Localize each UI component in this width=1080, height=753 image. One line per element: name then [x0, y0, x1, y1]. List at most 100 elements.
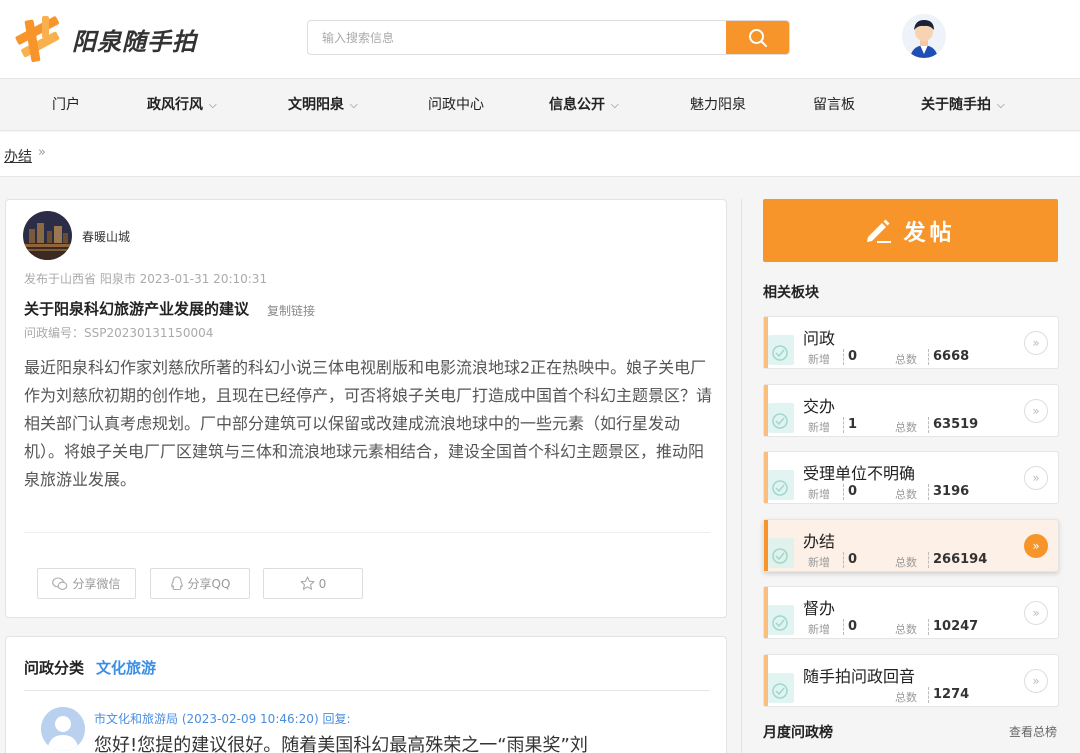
sidebar-item-6[interactable]: 随手拍问政回音总数 1274 » — [763, 653, 1059, 707]
reply-text: 您好!您提的建议很好。随着美国科幻最高殊荣之一“雨果奖”刘 — [94, 735, 588, 753]
reply-avatar — [41, 707, 85, 751]
sidebar-item-5[interactable]: 督办新增 0 总数 10247 » — [763, 586, 1059, 639]
search-button[interactable] — [726, 21, 789, 54]
logo-text[interactable]: 阳泉随手拍 — [72, 22, 197, 57]
nav-label: 问政中心 — [428, 97, 484, 113]
total-label: 总数 — [895, 555, 917, 569]
post-body: 最近阳泉科幻作家刘慈欣所著的科幻小说三体电视剧版和电影流浪地球2正在热映中。娘子… — [24, 358, 713, 489]
monthly-ranking-title: 月度问政榜 — [763, 725, 833, 741]
logo-icon[interactable] — [10, 12, 66, 66]
breadcrumb-current[interactable]: 办结 — [4, 146, 32, 166]
breadcrumb-separator: » — [38, 145, 46, 160]
post-author-avatar[interactable] — [23, 211, 72, 260]
new-label: 新增 — [808, 488, 830, 501]
nav-label: 文明阳泉 — [288, 97, 344, 113]
sidebar-item-1[interactable]: 问政新增 0 总数 6668 » — [763, 316, 1059, 369]
site-header: 阳泉随手拍 — [0, 0, 1080, 78]
double-chevron-right-icon: » — [1024, 668, 1048, 693]
chat-bubble-icon — [768, 537, 794, 568]
default-user-icon — [41, 707, 85, 751]
nav-item-portal[interactable]: 门户 — [52, 79, 80, 132]
share-wechat-label: 分享微信 — [72, 577, 121, 591]
post-code: 问政编号：SSP20230131150004 — [24, 326, 214, 340]
double-chevron-right-icon: » — [1024, 398, 1048, 423]
nav-item-liuyan[interactable]: 留言板 — [813, 79, 855, 132]
sidebar-item-4[interactable]: 办结新增 0 总数 266194 » — [763, 518, 1059, 572]
nav-item-zhengfeng[interactable]: 政风行风 ⌵ — [147, 79, 217, 132]
search-icon — [748, 28, 767, 47]
new-post-button[interactable]: 发帖 — [763, 199, 1058, 262]
double-chevron-right-icon: » — [1024, 601, 1048, 625]
total-count: 1274 — [928, 686, 969, 703]
new-count: 0 — [843, 484, 857, 500]
copy-link-button[interactable]: 复制链接 — [267, 302, 315, 319]
breadcrumb: 办结 » — [0, 132, 1080, 177]
double-chevron-right-icon: » — [1024, 466, 1048, 490]
new-label: 新增 — [808, 623, 830, 636]
new-count: 0 — [843, 349, 857, 365]
sidebar-item-name: 交办 — [803, 396, 836, 416]
search-box — [307, 20, 790, 55]
divider — [24, 690, 710, 691]
new-count: 0 — [843, 551, 857, 568]
chat-bubble-icon — [768, 605, 794, 635]
total-count: 266194 — [928, 551, 987, 568]
new-label: 新增 — [808, 420, 830, 434]
share-qq-button[interactable]: 分享QQ — [150, 568, 250, 599]
chevron-down-icon: ⌵ — [997, 100, 1005, 111]
total-count: 10247 — [928, 619, 978, 635]
sidebar-item-name: 督办 — [803, 599, 836, 618]
sidebar-item-2[interactable]: 交办 新增 1 总数 63519 » — [763, 383, 1059, 437]
divider — [24, 532, 710, 533]
total-label: 总数 — [895, 623, 917, 636]
chevron-down-icon: ⌵ — [209, 100, 217, 111]
nav-item-about[interactable]: 关于随手拍 ⌵ — [921, 79, 1005, 132]
new-label: 新增 — [808, 555, 830, 569]
double-chevron-right-icon: » — [1024, 533, 1048, 558]
sidebar-item-name: 问政 — [803, 329, 836, 348]
double-chevron-right-icon: » — [1024, 331, 1048, 355]
new-count: 0 — [843, 619, 857, 635]
sidebar-item-3[interactable]: 受理单位不明确 新增 0 总数 3196 » — [763, 451, 1059, 504]
new-count: 1 — [843, 416, 857, 433]
nav-item-xinxi[interactable]: 信息公开 ⌵ — [549, 79, 619, 132]
view-all-ranking-link[interactable]: 查看总榜 — [1009, 723, 1057, 740]
like-count: 0 — [318, 576, 327, 591]
nav-label: 信息公开 — [549, 97, 605, 113]
nav-item-meili[interactable]: 魅力阳泉 — [690, 79, 746, 132]
category-value[interactable]: 文化旅游 — [96, 657, 156, 678]
sidebar-item-name: 随手拍问政回音 — [803, 666, 916, 686]
total-label: 总数 — [895, 353, 917, 366]
search-input[interactable] — [308, 21, 728, 54]
star-icon — [300, 576, 315, 590]
nav-label: 留言板 — [813, 97, 855, 113]
total-label: 总数 — [895, 420, 917, 434]
total-label: 总数 — [895, 690, 917, 704]
pencil-icon — [867, 219, 892, 243]
category-card: 问政分类 文化旅游 市文化和旅游局 (2023-02-09 10:46:20) … — [5, 636, 727, 753]
nav-item-wenming[interactable]: 文明阳泉 ⌵ — [288, 79, 358, 132]
like-button[interactable]: 0 — [263, 568, 363, 599]
share-wechat-button[interactable]: 分享微信 — [37, 568, 136, 599]
sidebar-item-name: 办结 — [803, 531, 836, 551]
chat-bubble-icon — [768, 402, 794, 433]
wechat-icon — [52, 576, 68, 590]
new-post-label: 发帖 — [903, 220, 956, 246]
total-count: 3196 — [928, 484, 969, 500]
share-qq-label: 分享QQ — [187, 577, 231, 591]
user-avatar[interactable] — [902, 14, 946, 58]
chat-bubble-icon — [768, 470, 794, 500]
related-sections-title: 相关板块 — [763, 285, 819, 301]
qq-icon — [170, 576, 183, 591]
chat-bubble-icon — [768, 335, 794, 365]
reply-meta: 市文化和旅游局 (2023-02-09 10:46:20) 回复: — [94, 712, 351, 726]
main-nav: 门户 政风行风 ⌵ 文明阳泉 ⌵ 问政中心 信息公开 ⌵ 魅力阳泉 留言板 关于随手拍… — [0, 78, 1080, 131]
post-meta: 发布于山西省 阳泉市 2023-01-31 20:10:31 — [24, 272, 268, 286]
category-label: 问政分类 — [24, 659, 85, 677]
divider — [741, 199, 742, 753]
nav-item-wenzheng[interactable]: 问政中心 — [428, 79, 484, 132]
post-author-name[interactable]: 春暖山城 — [82, 228, 130, 245]
new-label: 新增 — [808, 353, 830, 366]
total-count: 6668 — [928, 349, 969, 365]
post-title: 关于阳泉科幻旅游产业发展的建议 — [24, 300, 250, 318]
